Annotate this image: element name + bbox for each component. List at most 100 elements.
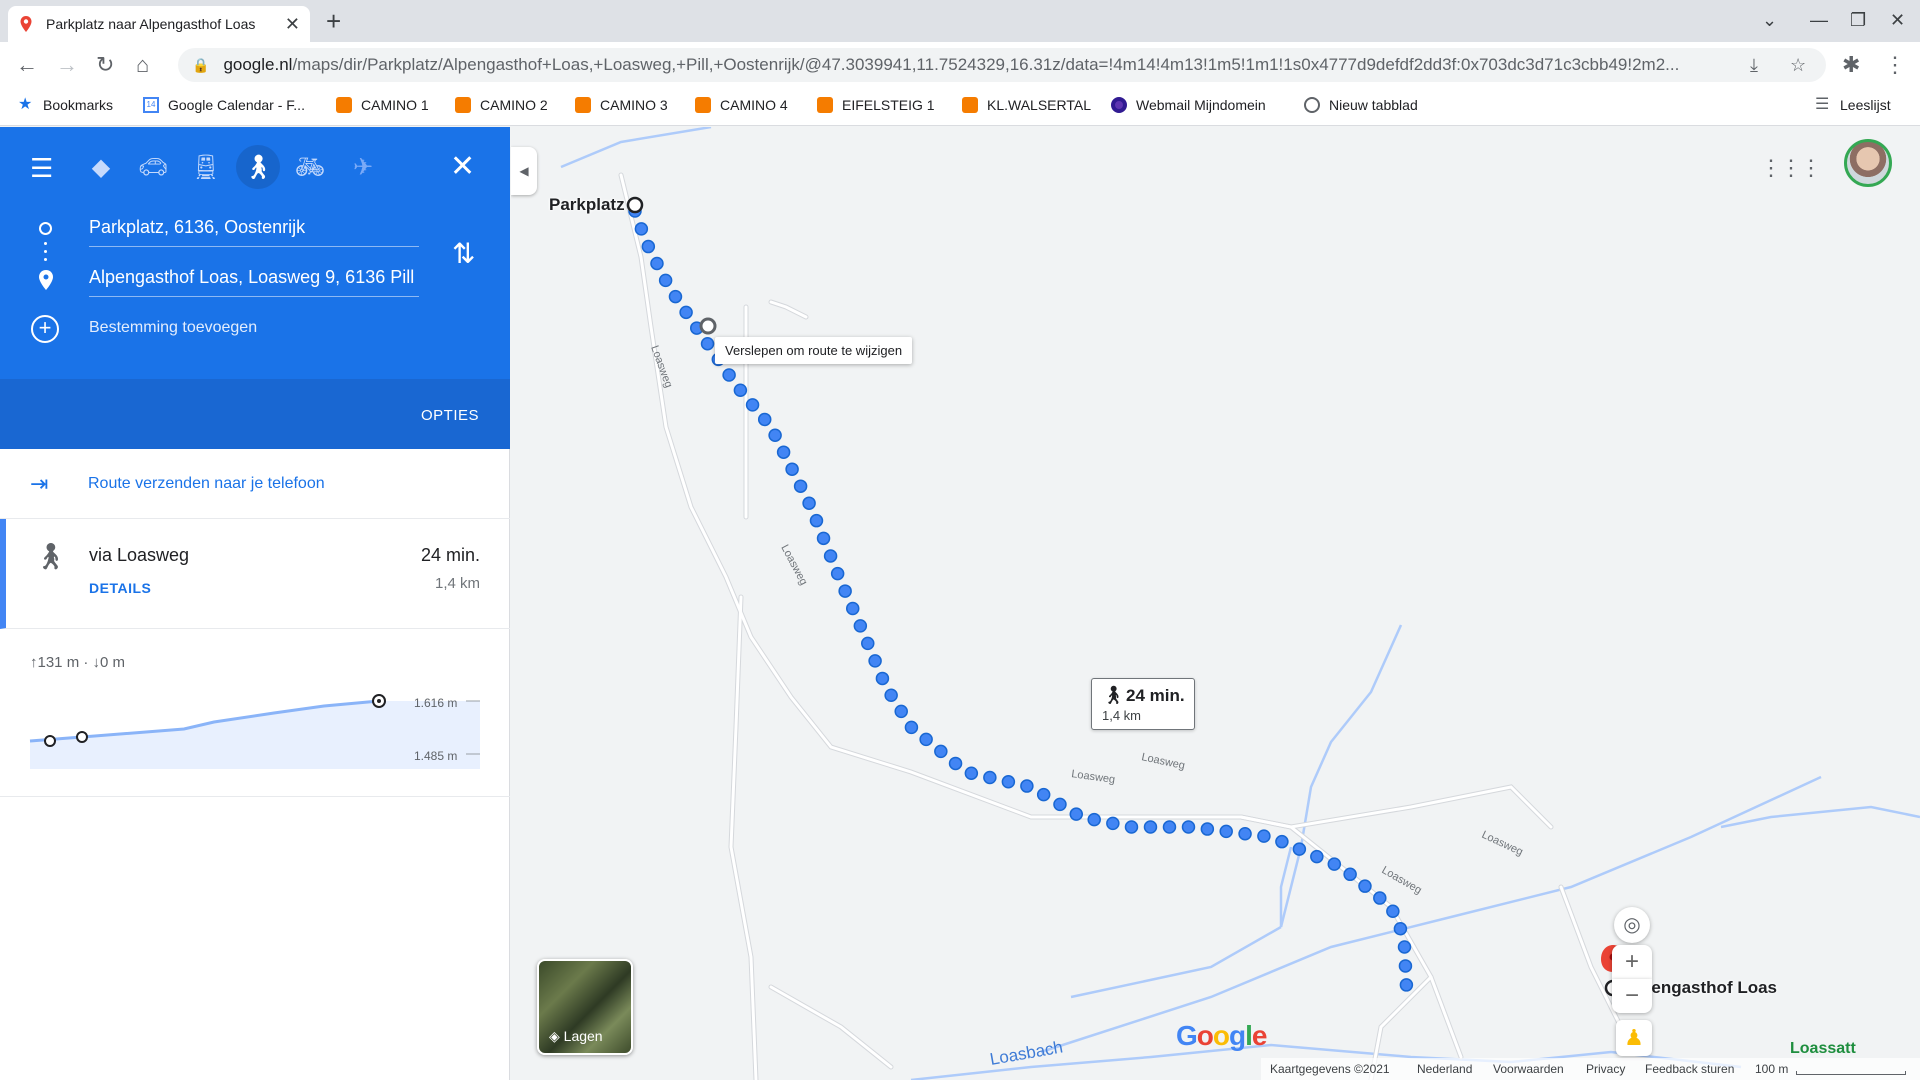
options-button[interactable]: OPTIES [421, 407, 479, 424]
tab-search-icon[interactable]: ⌄ [1762, 10, 1777, 31]
best-route-icon[interactable]: ◆ [79, 145, 123, 189]
route-dot[interactable] [823, 549, 838, 563]
restore-icon[interactable]: ❐ [1850, 10, 1866, 31]
route-dot[interactable] [733, 383, 748, 398]
route-dot[interactable] [830, 566, 845, 581]
route-dot[interactable] [1124, 820, 1139, 834]
details-link[interactable]: DETAILS [89, 580, 151, 596]
route-dot[interactable] [816, 531, 831, 546]
map-canvas[interactable]: Loasweg Loasweg Loasweg Loasweg Loasweg … [511, 127, 1920, 1080]
start-marker[interactable] [626, 196, 644, 214]
route-dot[interactable] [1327, 857, 1342, 871]
drag-handle[interactable] [699, 317, 717, 335]
route-dot[interactable] [853, 619, 868, 633]
route-dot[interactable] [641, 239, 656, 254]
avatar[interactable] [1844, 139, 1892, 187]
bookmark-item[interactable]: Nieuw tabblad [1304, 97, 1418, 113]
close-directions-icon[interactable]: ✕ [450, 149, 475, 184]
route-dot[interactable] [1397, 940, 1412, 954]
route-dot[interactable] [1162, 820, 1177, 834]
zoom-out-button[interactable]: − [1612, 979, 1652, 1013]
bookmark-item[interactable]: Webmail Mijndomein [1111, 97, 1266, 113]
route-dot[interactable] [964, 766, 979, 780]
route-dot[interactable] [875, 671, 890, 686]
route-dot[interactable] [757, 412, 772, 427]
lock-icon[interactable]: 🔒 [192, 57, 209, 74]
privacy-link[interactable]: Privacy [1586, 1062, 1625, 1076]
route-dot[interactable] [1181, 820, 1196, 834]
install-icon[interactable]: ⤓ [1750, 55, 1758, 76]
url-text[interactable]: google.nl/maps/dir/Parkplatz/Alpengastho… [223, 55, 1763, 75]
route-dot[interactable] [1143, 820, 1158, 834]
route-dot[interactable] [1399, 978, 1414, 992]
route-dot[interactable] [919, 732, 933, 747]
tab-close-icon[interactable]: ✕ [285, 14, 300, 35]
route-dot[interactable] [1373, 891, 1387, 905]
bookmark-item[interactable]: ★ Bookmarks [18, 97, 113, 114]
route-dot[interactable] [1292, 842, 1307, 856]
feedback-link[interactable]: Feedback sturen [1645, 1062, 1734, 1076]
route-dot[interactable] [1257, 829, 1271, 843]
menu-icon[interactable]: ☰ [30, 153, 53, 184]
flight-icon[interactable]: ✈ [341, 145, 385, 189]
walking-icon[interactable]: 🚶︎ [236, 145, 280, 189]
route-dot[interactable] [745, 398, 760, 412]
swap-icon[interactable]: ⇅ [452, 237, 475, 270]
route-dot[interactable] [884, 688, 898, 702]
new-tab-icon[interactable]: + [326, 6, 341, 37]
window-close-icon[interactable]: ✕ [1890, 10, 1905, 31]
route-dot[interactable] [668, 289, 683, 304]
bookmark-item[interactable]: EIFELSTEIG 1 [817, 97, 935, 113]
bookmark-item[interactable]: KL.WALSERTAL [962, 97, 1091, 113]
route-dot[interactable] [700, 336, 715, 351]
apps-grid-icon[interactable]: ⋮⋮⋮ [1760, 155, 1822, 181]
route-dot[interactable] [934, 744, 948, 759]
reading-list[interactable]: ☰ Leeslijst [1815, 97, 1891, 114]
bookmark-item[interactable]: 14 Google Calendar - F... [143, 97, 305, 113]
car-icon[interactable]: 🚗︎ [131, 145, 175, 189]
origin-input[interactable]: Parkplatz, 6136, Oostenrijk [89, 211, 419, 247]
route-dot[interactable] [1343, 867, 1357, 882]
route-dot[interactable] [658, 273, 673, 288]
route-dot[interactable] [1036, 787, 1051, 802]
start-label[interactable]: Parkplatz [549, 195, 625, 215]
route-dot[interactable] [1020, 779, 1034, 793]
collapse-panel-button[interactable]: ◀ [511, 147, 537, 195]
route-dot[interactable] [1219, 824, 1233, 839]
route-dot[interactable] [1358, 879, 1372, 893]
route-dot[interactable] [948, 756, 963, 771]
home-icon[interactable]: ⌂ [136, 52, 149, 78]
zoom-in-button[interactable]: + [1612, 945, 1652, 979]
add-destination[interactable]: Bestemming toevoegen [89, 319, 257, 337]
route-dot[interactable] [1106, 816, 1120, 831]
back-icon[interactable]: ← [16, 52, 38, 78]
minimize-icon[interactable]: — [1810, 10, 1828, 31]
route-dot[interactable] [894, 704, 908, 719]
route-dot[interactable] [1275, 834, 1289, 849]
route-dot[interactable] [1310, 849, 1324, 864]
route-dot[interactable] [1386, 904, 1400, 919]
menu-dots-icon[interactable]: ⋮ [1884, 52, 1906, 78]
route-dot[interactable] [845, 601, 860, 616]
my-location-icon[interactable]: ◎ [1614, 907, 1650, 943]
bookmark-item[interactable]: CAMINO 4 [695, 97, 788, 113]
route-dot[interactable] [768, 428, 782, 442]
route-dot[interactable] [1087, 812, 1101, 827]
add-destination-icon[interactable]: + [31, 315, 59, 343]
route-dot[interactable] [861, 636, 875, 651]
bookmark-item[interactable]: CAMINO 2 [455, 97, 548, 113]
route-dot[interactable] [634, 222, 649, 236]
route-dot[interactable] [1398, 959, 1413, 973]
destination-input[interactable]: Alpengasthof Loas, Loasweg 9, 6136 Pill [89, 261, 419, 297]
route-dot[interactable] [1053, 797, 1067, 812]
terms-link[interactable]: Voorwaarden [1493, 1062, 1564, 1076]
route-dot[interactable] [1238, 827, 1252, 841]
bicycle-icon[interactable]: 🚲︎ [288, 145, 332, 189]
route-dot[interactable] [983, 770, 997, 785]
forward-icon[interactable]: → [56, 52, 78, 78]
route-dot[interactable] [785, 462, 799, 476]
scale-label[interactable]: 100 m [1755, 1062, 1788, 1076]
route-dot[interactable] [793, 479, 808, 493]
route-dot[interactable] [904, 720, 919, 735]
route-dot[interactable] [722, 368, 736, 382]
